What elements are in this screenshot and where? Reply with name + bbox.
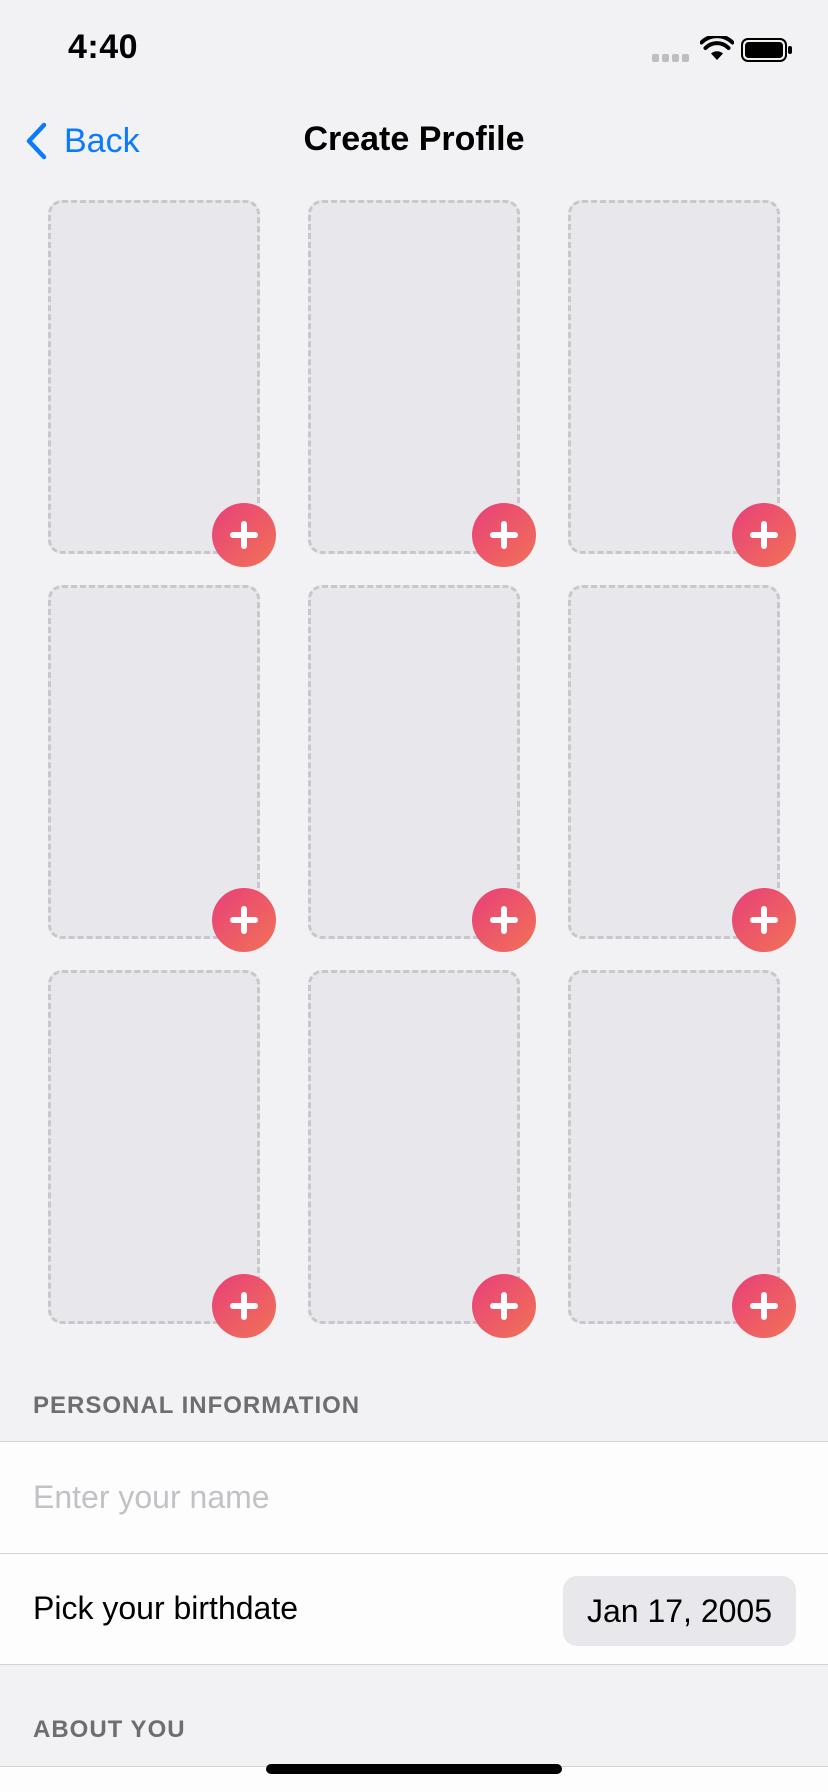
personal-information-group: Pick your birthdate Jan 17, 2005	[0, 1441, 828, 1665]
about-you-header: ABOUT YOU	[33, 1716, 186, 1743]
add-photo-button[interactable]	[472, 888, 536, 952]
create-profile-screen: 4:40 Create Profile Back PERSONAL INFORM…	[0, 0, 828, 1792]
photo-slot[interactable]	[308, 585, 520, 939]
add-photo-button[interactable]	[212, 503, 276, 567]
add-photo-button[interactable]	[212, 1274, 276, 1338]
photo-slot[interactable]	[308, 970, 520, 1324]
add-photo-button[interactable]	[732, 503, 796, 567]
status-time: 4:40	[68, 28, 139, 66]
photo-slot[interactable]	[568, 585, 780, 939]
photo-slot[interactable]	[48, 200, 260, 554]
chevron-left-icon	[26, 122, 47, 160]
back-label: Back	[64, 121, 140, 160]
status-bar: 4:40	[0, 0, 828, 100]
personal-information-header: PERSONAL INFORMATION	[33, 1392, 361, 1419]
birthdate-row: Pick your birthdate Jan 17, 2005	[0, 1553, 828, 1664]
birthdate-label: Pick your birthdate	[33, 1590, 299, 1626]
name-row	[0, 1442, 828, 1553]
birthdate-picker[interactable]: Jan 17, 2005	[562, 1576, 796, 1646]
name-input[interactable]	[33, 1442, 793, 1553]
battery-icon	[741, 38, 792, 62]
add-photo-button[interactable]	[212, 888, 276, 952]
photo-slot[interactable]	[568, 970, 780, 1324]
photo-slot[interactable]	[308, 200, 520, 554]
home-indicator	[266, 1764, 562, 1774]
add-photo-button[interactable]	[472, 503, 536, 567]
add-photo-button[interactable]	[472, 1274, 536, 1338]
add-photo-button[interactable]	[732, 1274, 796, 1338]
add-photo-button[interactable]	[732, 888, 796, 952]
photo-slot[interactable]	[48, 585, 260, 939]
photo-slot[interactable]	[48, 970, 260, 1324]
photo-slot[interactable]	[568, 200, 780, 554]
navigation-bar: Create Profile Back	[0, 100, 828, 180]
wifi-icon	[700, 36, 734, 60]
back-button[interactable]: Back	[24, 118, 140, 164]
cellular-signal-icon	[652, 52, 692, 62]
